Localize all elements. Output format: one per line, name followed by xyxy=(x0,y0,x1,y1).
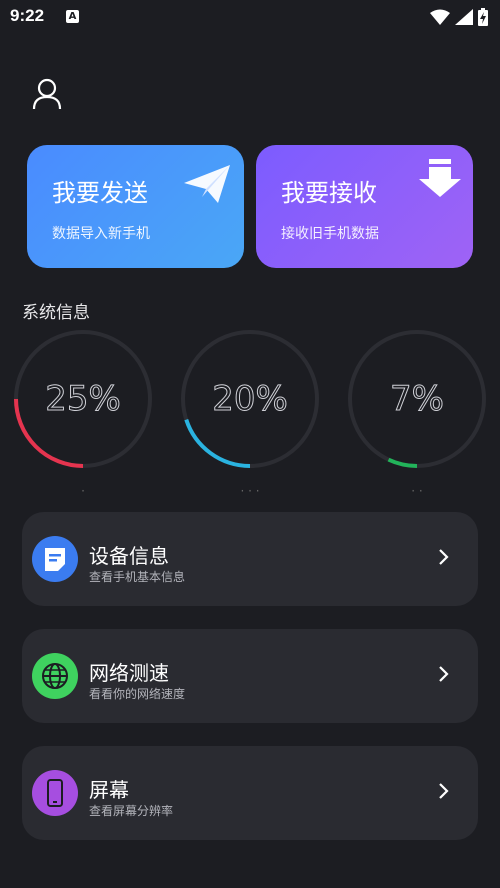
download-icon xyxy=(419,159,461,197)
status-icons xyxy=(429,6,488,26)
chevron-right-icon xyxy=(439,549,449,565)
signal-icon xyxy=(454,8,473,25)
user-profile-icon[interactable] xyxy=(32,78,62,110)
network-speed-title: 网络测速 xyxy=(89,661,169,685)
receive-card-title: 我要接收 xyxy=(281,179,377,207)
row-icon-bg xyxy=(32,536,78,582)
globe-icon xyxy=(42,663,68,689)
screen-subtitle: 查看屏幕分辨率 xyxy=(89,804,174,818)
system-info-title: 系统信息 xyxy=(22,303,90,323)
device-info-subtitle: 查看手机基本信息 xyxy=(89,570,186,584)
row-icon-bg xyxy=(32,770,78,816)
gauge-storage-label: · · xyxy=(411,484,423,492)
gauge-cpu-label: · xyxy=(81,484,85,492)
gauge-memory: 20% xyxy=(181,330,319,468)
battery-charging-icon xyxy=(478,7,488,26)
status-time: 9:22 xyxy=(10,6,45,25)
gauge-cpu-value: 25% xyxy=(45,379,122,420)
notification-icon: A xyxy=(66,10,79,23)
gauge-storage: 7% xyxy=(348,330,486,468)
chevron-right-icon xyxy=(439,783,449,799)
document-icon xyxy=(45,548,65,571)
wifi-icon xyxy=(429,9,450,25)
send-card-title: 我要发送 xyxy=(52,179,148,207)
gauge-cpu: 25% xyxy=(14,330,152,468)
network-speed-subtitle: 看看你的网络速度 xyxy=(89,687,186,701)
receive-card[interactable]: 我要接收 接收旧手机数据 xyxy=(256,145,473,268)
notification-letter: A xyxy=(68,11,77,22)
gauge-memory-label: · · · xyxy=(240,484,260,492)
chevron-right-icon xyxy=(439,666,449,682)
network-speed-row[interactable]: 网络测速 看看你的网络速度 xyxy=(22,629,478,723)
device-info-row[interactable]: 设备信息 查看手机基本信息 xyxy=(22,512,478,606)
gauge-memory-value: 20% xyxy=(212,379,289,420)
screen-row[interactable]: 屏幕 查看屏幕分辨率 xyxy=(22,746,478,840)
device-info-title: 设备信息 xyxy=(89,544,169,568)
row-icon-bg xyxy=(32,653,78,699)
status-bar: 9:22 A xyxy=(0,0,500,34)
receive-card-subtitle: 接收旧手机数据 xyxy=(281,226,379,242)
screen-title: 屏幕 xyxy=(89,778,129,802)
send-card[interactable]: 我要发送 数据导入新手机 xyxy=(27,145,244,268)
paper-plane-icon xyxy=(184,165,230,203)
send-card-subtitle: 数据导入新手机 xyxy=(52,226,150,242)
gauge-storage-value: 7% xyxy=(390,379,445,420)
phone-icon xyxy=(47,779,63,807)
